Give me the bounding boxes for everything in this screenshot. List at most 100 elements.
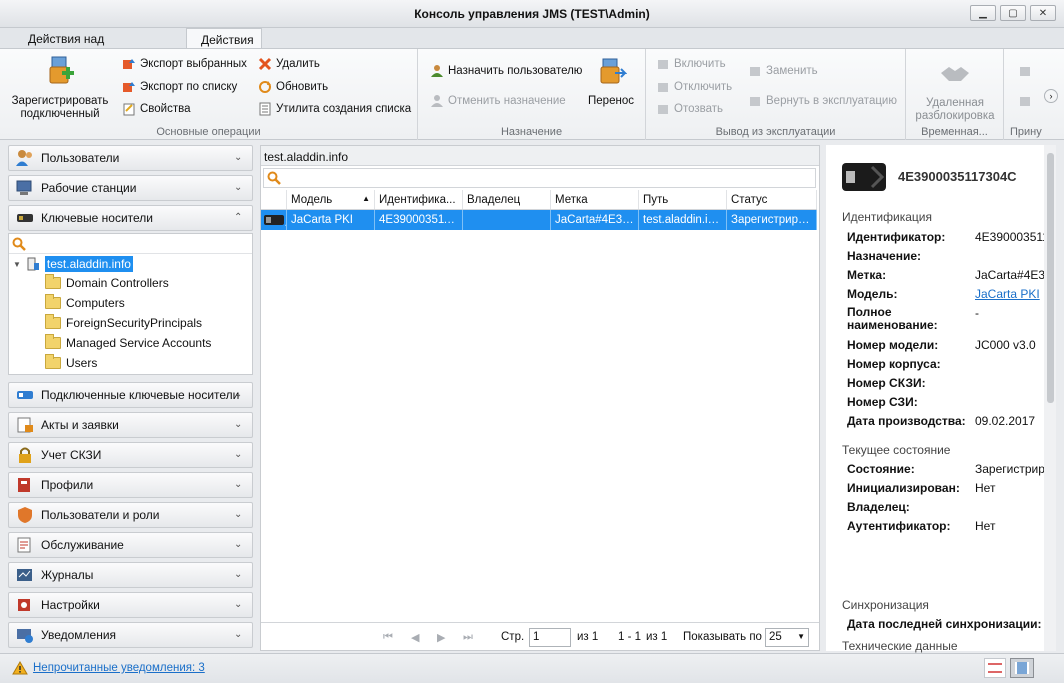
first-page-icon[interactable]: ⏮ — [383, 631, 393, 644]
sidebar-item-skzi[interactable]: Учет СКЗИ ⌄ — [8, 442, 253, 468]
register-token-icon — [49, 56, 74, 84]
folder-icon — [45, 314, 61, 329]
next-action-1[interactable] — [1018, 64, 1032, 78]
export-list-button[interactable]: Экспорт по списку — [122, 80, 237, 94]
assign-user-button[interactable]: Назначить пользователю — [430, 64, 582, 78]
ribbon: Зарегистрировать подключенный Экспорт вы… — [0, 48, 1064, 140]
sidebar-item-settings[interactable]: Настройки ⌄ — [8, 592, 253, 618]
export-icon — [123, 59, 135, 69]
notifications-link[interactable]: Непрочитанные уведомления: 3 — [33, 662, 205, 674]
chevron-up-icon: ⌃ — [234, 212, 243, 223]
warning-icon — [12, 661, 28, 675]
sidebar-item-users-roles[interactable]: Пользователи и роли ⌄ — [8, 502, 253, 528]
sidebar-item-connected-media[interactable]: Подключенные ключевые носители ⌄ — [8, 382, 253, 408]
expand-arrow-icon[interactable]: ▼ — [13, 260, 21, 269]
sidebar-item-acts[interactable]: Акты и заявки ⌄ — [8, 412, 253, 438]
row-token-icon — [261, 210, 287, 230]
delete-icon — [258, 57, 272, 71]
prev-page-icon[interactable]: ◀ — [411, 631, 419, 644]
last-page-icon[interactable]: ⏭ — [463, 631, 473, 644]
settings-icon — [18, 599, 30, 611]
window-title: Консоль управления JMS (TEST\Admin) — [414, 7, 650, 21]
token-icon — [1020, 67, 1030, 76]
column-header-label[interactable]: Метка — [551, 190, 639, 209]
return-icon — [750, 97, 760, 106]
table-row[interactable]: JaCarta PKI 4E390003511... JaCarta#4E39.… — [261, 210, 817, 230]
chevron-down-icon: ⌄ — [234, 389, 243, 400]
page-size-select[interactable]: 25 ▼ — [765, 628, 809, 647]
lock-icon — [19, 447, 31, 463]
disable-button[interactable]: Отключить — [656, 80, 732, 94]
ribbon-scroll-right-icon[interactable]: › — [1044, 89, 1058, 103]
page-number-input[interactable]: 1 — [529, 628, 571, 647]
sidebar-item-profiles[interactable]: Профили ⌄ — [8, 472, 253, 498]
details-header-id: 4E3900035117304C — [898, 169, 1017, 184]
section-sync: Синхронизация — [842, 598, 929, 612]
column-header-path[interactable]: Путь — [639, 190, 727, 209]
export-selected-button[interactable]: Экспорт выбранных — [122, 57, 247, 71]
tree-view: ▼ test.aladdin.info Domain Controllers C… — [8, 233, 253, 375]
group-label-decommission: Вывод из эксплуатации — [715, 126, 836, 138]
layout-vertical-icon[interactable] — [1010, 658, 1034, 678]
tree-node-domain-controllers[interactable]: Domain Controllers — [45, 274, 169, 290]
details-scrollbar[interactable] — [1044, 145, 1056, 651]
profile-icon — [18, 478, 30, 492]
tab-container-actions[interactable]: Действия над контейнером — [14, 28, 184, 60]
minimize-button[interactable]: ▁ — [970, 5, 996, 21]
remote-unlock-button[interactable]: Удаленная разблокировка — [912, 57, 998, 123]
refresh-button[interactable]: Обновить — [258, 80, 328, 94]
enable-button[interactable]: Включить — [656, 57, 726, 71]
sidebar-item-key-media[interactable]: Ключевые носители ⌃ — [8, 205, 253, 231]
sidebar-item-users[interactable]: Пользователи ⌄ — [8, 145, 253, 171]
list-utility-button[interactable]: Утилита создания списка — [258, 102, 411, 116]
properties-button[interactable]: Свойства — [122, 102, 191, 116]
tree-search[interactable] — [9, 234, 252, 254]
column-header-id[interactable]: Идентифика... — [375, 190, 463, 209]
cell-owner — [463, 210, 551, 230]
transfer-button[interactable]: Перенос — [586, 55, 636, 108]
return-button[interactable]: Вернуть в эксплуатацию — [748, 94, 897, 108]
list-utility-icon — [259, 102, 271, 116]
tree-node-managed-service[interactable]: Managed Service Accounts — [45, 334, 211, 350]
chevron-down-icon: ⌄ — [234, 449, 243, 460]
column-header-status[interactable]: Статус — [727, 190, 817, 209]
tree-node-computers[interactable]: Computers — [45, 294, 125, 310]
cancel-assign-button[interactable]: Отменить назначение — [430, 94, 566, 108]
tab-actions[interactable]: Действия — [186, 28, 262, 48]
sidebar-item-journals[interactable]: Журналы ⌄ — [8, 562, 253, 588]
delete-button[interactable]: Удалить — [258, 57, 320, 71]
grid-search-input[interactable] — [263, 168, 816, 188]
next-action-2[interactable] — [1018, 94, 1032, 108]
search-icon — [267, 171, 281, 185]
section-tech: Технические данные — [842, 639, 958, 653]
column-header-owner[interactable]: Владелец — [463, 190, 551, 209]
maximize-button[interactable]: ▢ — [1000, 5, 1026, 21]
folder-icon — [45, 294, 61, 309]
cell-model: JaCarta PKI — [287, 210, 375, 230]
revoke-icon — [658, 105, 668, 114]
acts-icon — [17, 417, 33, 433]
column-header-model[interactable]: Модель ▲ — [287, 190, 375, 209]
sidebar-item-workstations[interactable]: Рабочие станции ⌄ — [8, 175, 253, 201]
tree-node-foreign-security[interactable]: ForeignSecurityPrincipals — [45, 314, 202, 330]
next-page-icon[interactable]: ▶ — [437, 631, 445, 644]
sidebar-item-maintenance[interactable]: Обслуживание ⌄ — [8, 532, 253, 558]
model-link[interactable]: JaCarta PKI — [975, 287, 1040, 301]
scrollbar-thumb[interactable] — [1047, 153, 1054, 403]
cell-status: Зарегистриро... — [727, 210, 817, 230]
chevron-down-icon: ⌄ — [234, 419, 243, 430]
layout-horizontal-icon[interactable] — [984, 658, 1006, 678]
section-identification: Идентификация — [842, 210, 932, 224]
tree-root[interactable]: ▼ test.aladdin.info — [13, 256, 133, 272]
revoke-button[interactable]: Отозвать — [656, 102, 723, 116]
register-button[interactable]: Зарегистрировать подключенный — [8, 55, 112, 121]
tree-node-users[interactable]: Users — [45, 354, 97, 370]
shield-icon — [18, 507, 32, 523]
chevron-down-icon: ⌄ — [234, 569, 243, 580]
sidebar-item-notifications[interactable]: Уведомления ⌄ — [8, 622, 253, 648]
close-button[interactable]: ✕ — [1030, 5, 1056, 21]
domain-icon — [27, 257, 39, 271]
page-label: Стр. — [501, 631, 525, 643]
replace-button[interactable]: Заменить — [748, 64, 818, 78]
group-label-next: Прину — [1010, 126, 1042, 138]
